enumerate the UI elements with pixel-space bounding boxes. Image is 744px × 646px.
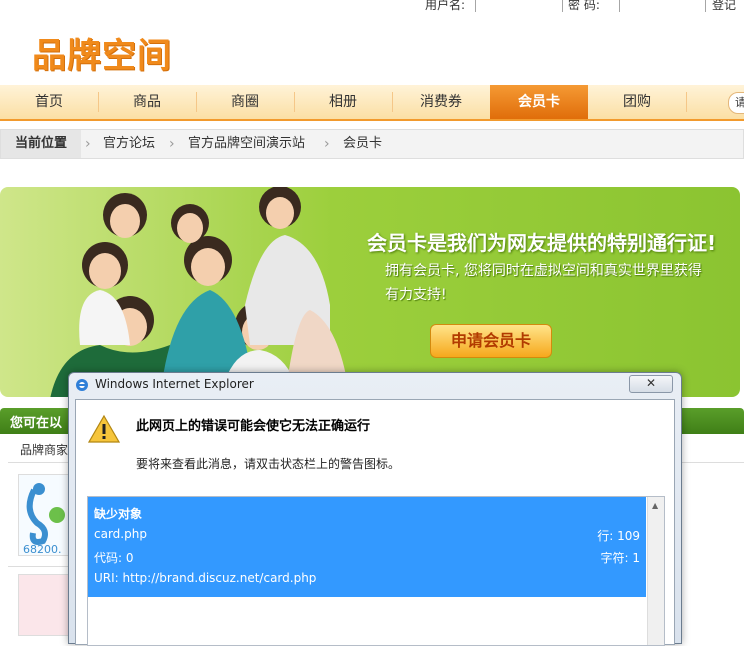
- group-photo-image: [50, 187, 350, 397]
- breadcrumb: 当前位置 › 官方论坛 › 官方品牌空间演示站 › 会员卡: [0, 129, 744, 159]
- nav-divider: [686, 92, 687, 112]
- scroll-up-icon[interactable]: ▲: [652, 501, 658, 510]
- nav-item-group-buy[interactable]: 团购: [588, 85, 686, 119]
- search-input[interactable]: 请: [728, 92, 744, 114]
- chevron-right-icon: ›: [85, 136, 91, 152]
- error-scrollbar[interactable]: ▲: [647, 497, 664, 645]
- nav-item-coupons[interactable]: 消费券: [392, 85, 490, 119]
- dialog-title: Windows Internet Explorer: [95, 377, 254, 391]
- error-details-selected: 缺少对象 card.php 行: 109 代码: 0 字符: 1 URI: ht…: [88, 497, 646, 597]
- dialog-titlebar[interactable]: Windows Internet Explorer ✕: [69, 373, 681, 397]
- divider: [8, 566, 68, 567]
- nav-item-home[interactable]: 首页: [0, 85, 98, 119]
- svg-text:68200.: 68200.: [23, 543, 62, 555]
- dialog-body: 此网页上的错误可能会使它无法正确运行 要将来查看此消息，请双击状态栏上的警告图标…: [75, 399, 675, 646]
- membership-banner: 会员卡是我们为网友提供的特别通行证! 拥有会员卡, 您将同时在虚拟空间和真实世界…: [0, 187, 740, 397]
- error-file: card.php: [94, 527, 147, 541]
- breadcrumb-item-forum[interactable]: 官方论坛: [103, 130, 155, 158]
- error-details[interactable]: 缺少对象 card.php 行: 109 代码: 0 字符: 1 URI: ht…: [87, 496, 665, 646]
- breadcrumb-current-label: 当前位置: [1, 130, 81, 158]
- nav-item-membership-card[interactable]: 会员卡: [490, 85, 588, 119]
- error-line: 行: 109: [597, 529, 640, 543]
- banner-body: 拥有会员卡, 您将同时在虚拟空间和真实世界里获得有力支持!: [385, 263, 702, 303]
- internet-explorer-icon: [76, 379, 88, 391]
- nav-item-circles[interactable]: 商圈: [196, 85, 294, 119]
- error-dialog: Windows Internet Explorer ✕ 此网页上的错误可能会使它…: [68, 372, 682, 646]
- section-title: 您可在以: [10, 416, 63, 431]
- breadcrumb-item-card: 会员卡: [343, 136, 383, 151]
- error-heading: 此网页上的错误可能会使它无法正确运行: [136, 419, 371, 434]
- warning-icon: [88, 414, 120, 443]
- apply-card-button[interactable]: 申请会员卡: [430, 324, 552, 358]
- error-uri: URI: http://brand.discuz.net/card.php: [94, 571, 317, 585]
- nav-item-albums[interactable]: 相册: [294, 85, 392, 119]
- error-title: 缺少对象: [94, 507, 143, 521]
- chevron-right-icon: ›: [169, 136, 175, 152]
- merchant-logo-image: 68200.: [23, 483, 65, 556]
- nav-item-products[interactable]: 商品: [98, 85, 196, 119]
- merchant-thumbnail[interactable]: [18, 574, 70, 636]
- site-logo[interactable]: 品牌空间: [32, 28, 172, 77]
- login-bar: 用户名: 密 码: 登记时: [0, 0, 744, 29]
- close-button[interactable]: ✕: [629, 375, 673, 393]
- error-code: 代码: 0: [94, 551, 134, 565]
- chevron-right-icon: ›: [324, 136, 330, 152]
- banner-headline: 会员卡是我们为网友提供的特别通行证!: [367, 231, 717, 255]
- main-nav: 首页 商品 商圈 相册 消费券 会员卡 团购 请: [0, 85, 744, 121]
- error-char: 字符: 1: [600, 551, 641, 565]
- breadcrumb-item-demo-site[interactable]: 官方品牌空间演示站: [188, 130, 305, 158]
- merchant-thumbnail[interactable]: 68200.: [18, 474, 70, 556]
- site-header: 品牌空间: [0, 12, 744, 85]
- tab-brand-merchants[interactable]: 品牌商家: [20, 441, 68, 458]
- error-subtext: 要将来查看此消息，请双击状态栏上的警告图标。: [136, 457, 401, 471]
